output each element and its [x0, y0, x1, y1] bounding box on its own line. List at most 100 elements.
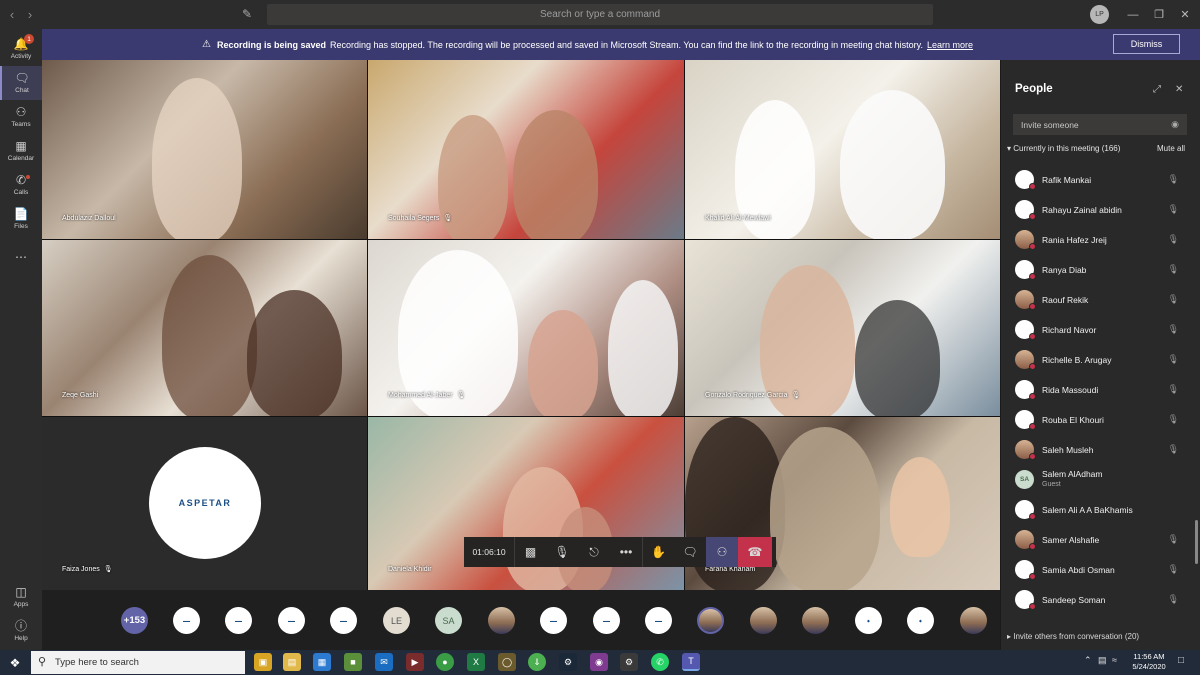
pop-out-icon[interactable]: ⤢ [1153, 84, 1161, 95]
mic-off-icon[interactable]: 🎙 [1168, 594, 1179, 605]
participant-avatar[interactable]: LE [383, 607, 410, 634]
participant-row[interactable]: Samer Alshafie 🎙 [1001, 525, 1193, 555]
video-tile[interactable]: Gonzalo Rodriguez Garcia 🎙 [685, 240, 1000, 416]
video-tile[interactable]: Zeqe Gashi [42, 240, 367, 416]
close-panel-icon[interactable]: ✕ [1175, 84, 1183, 95]
participant-row[interactable]: Samia Abdi Osman 🎙 [1001, 555, 1193, 585]
app-icon[interactable]: ◯ [498, 653, 516, 671]
mute-all-button[interactable]: Mute all [1157, 144, 1185, 153]
more-actions-icon[interactable]: ••• [610, 537, 642, 567]
participant-avatar[interactable] [750, 607, 777, 634]
participant-row[interactable]: SA Salem AlAdham Guest [1001, 465, 1193, 495]
image-app-icon[interactable]: ▣ [254, 653, 272, 671]
user-avatar[interactable]: LP [1090, 5, 1109, 24]
participant-avatar[interactable] [697, 607, 724, 634]
participant-avatar[interactable]: ◆ [855, 607, 882, 634]
participant-avatar[interactable] [960, 607, 987, 634]
share-screen-icon[interactable]: ⎋ [578, 537, 610, 567]
mic-off-icon[interactable]: 🎙 [1168, 384, 1179, 395]
taskbar-search[interactable]: ⚲ Type here to search [31, 651, 245, 674]
windows-start-icon[interactable]: ❖ [0, 650, 30, 675]
camera-off-icon[interactable]: ▩ [514, 537, 546, 567]
participant-avatar[interactable] [802, 607, 829, 634]
dismiss-button[interactable]: Dismiss [1113, 34, 1180, 54]
participant-row[interactable]: Richard Navor 🎙 [1001, 315, 1193, 345]
tray-chevron-icon[interactable]: ⌃ [1084, 655, 1092, 666]
meeting-chat-icon[interactable]: 🗨 [674, 537, 706, 567]
taskbar-clock[interactable]: 11:56 AM 5/24/2020 [1124, 652, 1174, 672]
mic-off-icon[interactable]: 🎙 [1168, 564, 1179, 575]
participant-row[interactable]: Rida Massoudi 🎙 [1001, 375, 1193, 405]
rail-chat[interactable]: 🗨 Chat [0, 66, 42, 100]
participant-avatar[interactable]: ▬▬ [645, 607, 672, 634]
participant-avatar[interactable]: ▬▬ [173, 607, 200, 634]
mail-icon[interactable]: ✉ [375, 653, 393, 671]
rail-help[interactable]: ⓘ Help [0, 614, 42, 648]
video-tile[interactable]: ASPETAR Faiza Jones 🎙 [42, 417, 367, 590]
close-icon[interactable]: ✕ [1168, 0, 1200, 29]
mic-off-icon[interactable]: 🎙 [1168, 264, 1179, 275]
notifications-icon[interactable]: □ [1178, 655, 1184, 666]
mic-off-icon[interactable]: 🎙 [1168, 534, 1179, 545]
file-explorer-icon[interactable]: ▤ [283, 653, 301, 671]
network-icon[interactable]: ▤ [1098, 655, 1107, 666]
mic-off-icon[interactable]: 🎙 [1168, 174, 1179, 185]
participant-avatar[interactable]: ▬▬ [540, 607, 567, 634]
rail-apps[interactable]: ◫ Apps [0, 580, 42, 614]
mic-off-icon[interactable]: 🎙 [1168, 354, 1179, 365]
participant-avatar[interactable]: ▬▬ [225, 607, 252, 634]
mic-toggle-icon[interactable]: 🎙 [546, 537, 578, 567]
participant-row[interactable]: Rahayu Zainal abidin 🎙 [1001, 195, 1193, 225]
mic-off-icon[interactable]: 🎙 [1168, 414, 1179, 425]
participant-row[interactable]: Raouf Rekik 🎙 [1001, 285, 1193, 315]
participant-row[interactable]: Ranya Diab 🎙 [1001, 255, 1193, 285]
learn-more-link[interactable]: Learn more [927, 40, 973, 50]
more-apps-ellipsis[interactable]: ⋯ [0, 240, 42, 274]
rail-calls[interactable]: ✆ Calls [0, 168, 42, 202]
overflow-count[interactable]: +153 [121, 607, 148, 634]
invite-others-section[interactable]: ▸ Invite others from conversation (20) [1007, 632, 1139, 641]
chrome-icon[interactable]: ● [436, 653, 454, 671]
app-icon[interactable]: ◉ [590, 653, 608, 671]
store-icon[interactable]: ▦ [313, 653, 331, 671]
participant-row[interactable]: Rania Hafez Jreij 🎙 [1001, 225, 1193, 255]
rail-calendar[interactable]: ▦ Calendar [0, 134, 42, 168]
video-tile[interactable]: Mohammed Al-Jaber 🎙 [368, 240, 684, 416]
mic-off-icon[interactable]: 🎙 [1168, 294, 1179, 305]
participant-row[interactable]: Richelle B. Arugay 🎙 [1001, 345, 1193, 375]
torrent-icon[interactable]: ⇓ [528, 653, 546, 671]
video-app-icon[interactable]: ▶ [406, 653, 424, 671]
hang-up-icon[interactable]: ☎ [738, 537, 772, 567]
participant-avatar[interactable] [488, 607, 515, 634]
meeting-section-header[interactable]: ▾ Currently in this meeting (166) [1007, 144, 1120, 153]
participant-row[interactable]: Saleh Musleh 🎙 [1001, 435, 1193, 465]
command-search-bar[interactable]: Search or type a command [267, 4, 933, 25]
mic-off-icon[interactable]: 🎙 [1168, 444, 1179, 455]
excel-icon[interactable]: X [467, 653, 485, 671]
settings-icon[interactable]: ⚙ [620, 653, 638, 671]
participants-icon[interactable]: ⚇ [706, 537, 738, 567]
rail-files[interactable]: 📄 Files [0, 202, 42, 236]
participant-avatar[interactable]: ▬▬ [278, 607, 305, 634]
participant-avatar[interactable]: ▬▬ [593, 607, 620, 634]
participant-avatar[interactable]: ▬▬ [330, 607, 357, 634]
mic-off-icon[interactable]: 🎙 [1168, 324, 1179, 335]
minecraft-icon[interactable]: ■ [344, 653, 362, 671]
back-arrow-icon[interactable]: ‹ [3, 0, 21, 29]
whatsapp-icon[interactable]: ✆ [651, 653, 669, 671]
video-tile[interactable]: Abdulaziz Dalloul [42, 60, 367, 239]
forward-arrow-icon[interactable]: › [21, 0, 39, 29]
participant-avatar[interactable]: SA [435, 607, 462, 634]
invite-input[interactable]: Invite someone ◉ [1013, 114, 1187, 135]
video-tile[interactable]: Souhaila Segers 🎙 [368, 60, 684, 239]
panel-scrollbar[interactable] [1195, 520, 1198, 564]
steam-icon[interactable]: ⚙ [559, 653, 577, 671]
participant-row[interactable]: Sandeep Soman 🎙 [1001, 585, 1193, 615]
participant-avatar[interactable]: ◆ [907, 607, 934, 634]
video-tile[interactable]: Khalid Ali Al-Mewlawi [685, 60, 1000, 239]
mic-off-icon[interactable]: 🎙 [1168, 234, 1179, 245]
compose-icon[interactable]: ✎ [242, 7, 256, 21]
rail-activity[interactable]: 🔔 Activity 1 [0, 32, 42, 66]
participant-row[interactable]: Rafik Mankai 🎙 [1001, 165, 1193, 195]
participant-row[interactable]: Salem Ali A A BaKhamis [1001, 495, 1193, 525]
